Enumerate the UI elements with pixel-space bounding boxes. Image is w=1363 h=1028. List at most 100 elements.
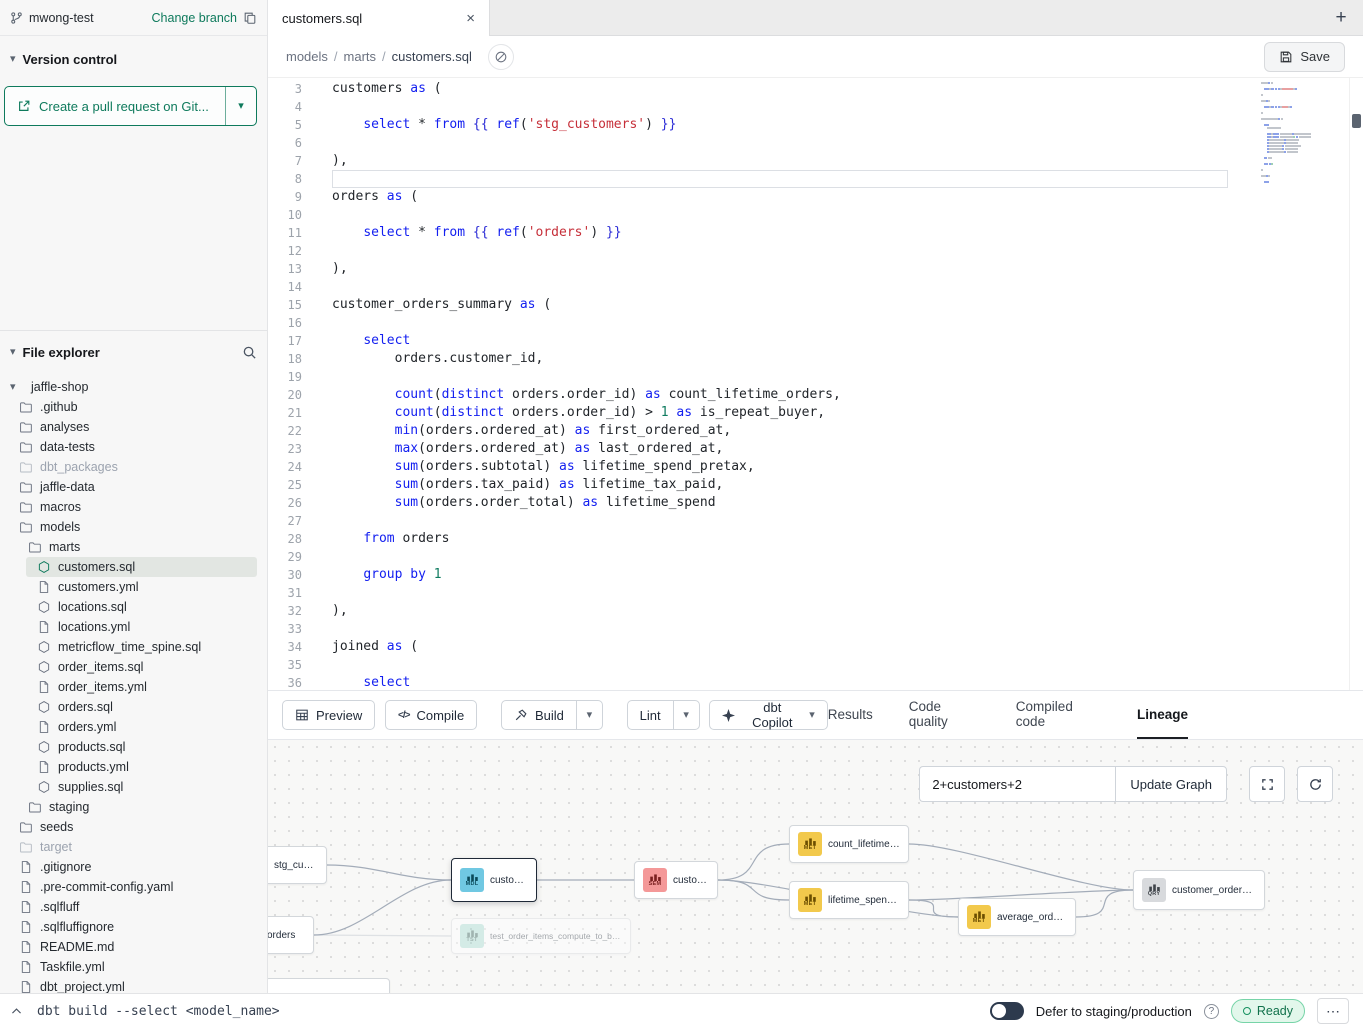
tree-item-orders.yml[interactable]: orders.yml [0,717,267,737]
code-lines[interactable]: customers as ( select * from {{ ref('stg… [314,78,1228,690]
tree-item-jaffle-shop[interactable]: ▾jaffle-shop [0,377,267,397]
circle-slash-icon[interactable] [488,44,514,70]
tab-code-quality[interactable]: Code quality [909,691,980,739]
code-line[interactable]: count(distinct orders.order_id) > 1 as i… [332,404,1228,422]
tab-compiled-code[interactable]: Compiled code [1016,691,1101,739]
tree-item-order_items.yml[interactable]: order_items.yml [0,677,267,697]
help-icon[interactable]: ? [1204,1004,1219,1019]
tree-item-analyses[interactable]: analyses [0,417,267,437]
tree-item-seeds[interactable]: seeds [0,817,267,837]
fullscreen-button[interactable] [1249,766,1285,802]
code-line[interactable] [332,368,1228,386]
tree-item-staging[interactable]: staging [0,797,267,817]
build-dropdown-button[interactable]: ▾ [576,700,603,730]
copy-icon[interactable] [243,11,257,25]
breadcrumb-current-file[interactable]: customers.sql [392,49,472,64]
defer-toggle[interactable] [990,1002,1024,1020]
code-line[interactable]: count(distinct orders.order_id) as count… [332,386,1228,404]
code-line[interactable] [332,98,1228,116]
code-line[interactable] [332,278,1228,296]
code-line[interactable]: sum(orders.order_total) as lifetime_spen… [332,494,1228,512]
code-line[interactable]: group by 1 [332,566,1228,584]
code-line[interactable]: from orders [332,530,1228,548]
tab-results[interactable]: Results [828,691,873,739]
code-line[interactable]: customers as ( [332,80,1228,98]
tree-item-customers.yml[interactable]: customers.yml [0,577,267,597]
code-line[interactable]: joined as ( [332,638,1228,656]
tree-item-.github[interactable]: .github [0,397,267,417]
code-line[interactable]: customer_orders_summary as ( [332,296,1228,314]
tree-item-jaffle-data[interactable]: jaffle-data [0,477,267,497]
code-line[interactable] [332,512,1228,530]
tree-item-dbt_project.yml[interactable]: dbt_project.yml [0,977,267,993]
dbt-copilot-button[interactable]: dbt Copilot ▾ [709,700,827,730]
close-tab-icon[interactable]: × [466,10,475,27]
code-line[interactable]: min(orders.ordered_at) as first_ordered_… [332,422,1228,440]
code-line[interactable] [332,314,1228,332]
update-graph-button[interactable]: Update Graph [1115,766,1227,802]
tree-item-.sqlfluffignore[interactable]: .sqlfluffignore [0,917,267,937]
code-line[interactable] [332,242,1228,260]
refresh-button[interactable] [1297,766,1333,802]
code-line[interactable]: max(orders.ordered_at) as last_ordered_a… [332,440,1228,458]
code-line[interactable]: orders.customer_id, [332,350,1228,368]
tree-item-locations.sql[interactable]: locations.sql [0,597,267,617]
tree-item-marts[interactable]: marts [0,537,267,557]
scrollbar-thumb[interactable] [1352,114,1361,128]
lint-button[interactable]: Lint [627,700,674,730]
tab-customers-sql[interactable]: customers.sql × [268,0,490,36]
tree-item-Taskfile.yml[interactable]: Taskfile.yml [0,957,267,977]
version-control-header[interactable]: ▾ Version control [0,44,267,74]
collapse-panel-button[interactable] [10,1005,23,1018]
tree-item-dbt_packages[interactable]: dbt_packages [0,457,267,477]
tree-item-metricflow_time_spine.sql[interactable]: metricflow_time_spine.sql [0,637,267,657]
more-options-button[interactable]: ⋯ [1317,998,1349,1024]
code-line[interactable] [332,548,1228,566]
breadcrumb-marts[interactable]: marts [344,49,377,64]
save-button[interactable]: Save [1264,42,1345,72]
minimap[interactable] [1261,82,1343,184]
tree-item-README.md[interactable]: README.md [0,937,267,957]
tab-lineage[interactable]: Lineage [1137,691,1188,739]
create-pr-button[interactable]: Create a pull request on Git... ▾ [4,86,257,126]
tree-item-.gitignore[interactable]: .gitignore [0,857,267,877]
lineage-node-customers_model[interactable]: MDLcustomers [451,858,537,902]
search-icon[interactable] [242,345,257,360]
code-line[interactable] [332,170,1228,188]
code-editor[interactable]: 3456789101112131415161718192021222324252… [268,78,1363,690]
tree-item-.sqlfluff[interactable]: .sqlfluff [0,897,267,917]
lineage-node-customer_order_metrics[interactable]: QRYcustomer_order_metrics [1133,870,1265,910]
code-line[interactable]: orders as ( [332,188,1228,206]
code-line[interactable]: sum(orders.subtotal) as lifetime_spend_p… [332,458,1228,476]
tree-item-orders.sql[interactable]: orders.sql [0,697,267,717]
lineage-node-test_node[interactable]: TSTtest_order_items_compute_to_bools... [451,918,631,954]
tree-item-order_items.sql[interactable]: order_items.sql [0,657,267,677]
code-line[interactable] [332,206,1228,224]
code-line[interactable]: select [332,674,1228,690]
lineage-node-stg_customers[interactable]: MDLstg_customers [268,846,327,884]
status-ready-badge[interactable]: Ready [1231,999,1305,1023]
tree-item-products.sql[interactable]: products.sql [0,737,267,757]
lint-dropdown-button[interactable]: ▾ [673,700,700,730]
code-line[interactable] [332,584,1228,602]
code-line[interactable]: ), [332,152,1228,170]
code-line[interactable]: select * from {{ ref('stg_customers') }} [332,116,1228,134]
tree-item-customers.sql[interactable]: customers.sql [0,557,267,577]
pr-dropdown-button[interactable]: ▾ [226,101,256,112]
tree-item-.pre-commit-config.yaml[interactable]: .pre-commit-config.yaml [0,877,267,897]
file-explorer-header[interactable]: ▾ File explorer [0,337,267,367]
tree-item-products.yml[interactable]: products.yml [0,757,267,777]
tree-item-macros[interactable]: macros [0,497,267,517]
change-branch-link[interactable]: Change branch [152,11,237,25]
lineage-node-partial_node[interactable] [268,978,390,993]
lineage-node-orders[interactable]: MDLorders [268,916,314,954]
code-line[interactable]: select [332,332,1228,350]
code-line[interactable]: ), [332,260,1228,278]
code-line[interactable]: ), [332,602,1228,620]
tree-item-models[interactable]: models [0,517,267,537]
tree-item-data-tests[interactable]: data-tests [0,437,267,457]
preview-button[interactable]: Preview [282,700,375,730]
build-button[interactable]: Build [501,700,577,730]
lineage-node-customers_sem[interactable]: SEMcustomers [634,861,718,899]
code-line[interactable]: select * from {{ ref('orders') }} [332,224,1228,242]
